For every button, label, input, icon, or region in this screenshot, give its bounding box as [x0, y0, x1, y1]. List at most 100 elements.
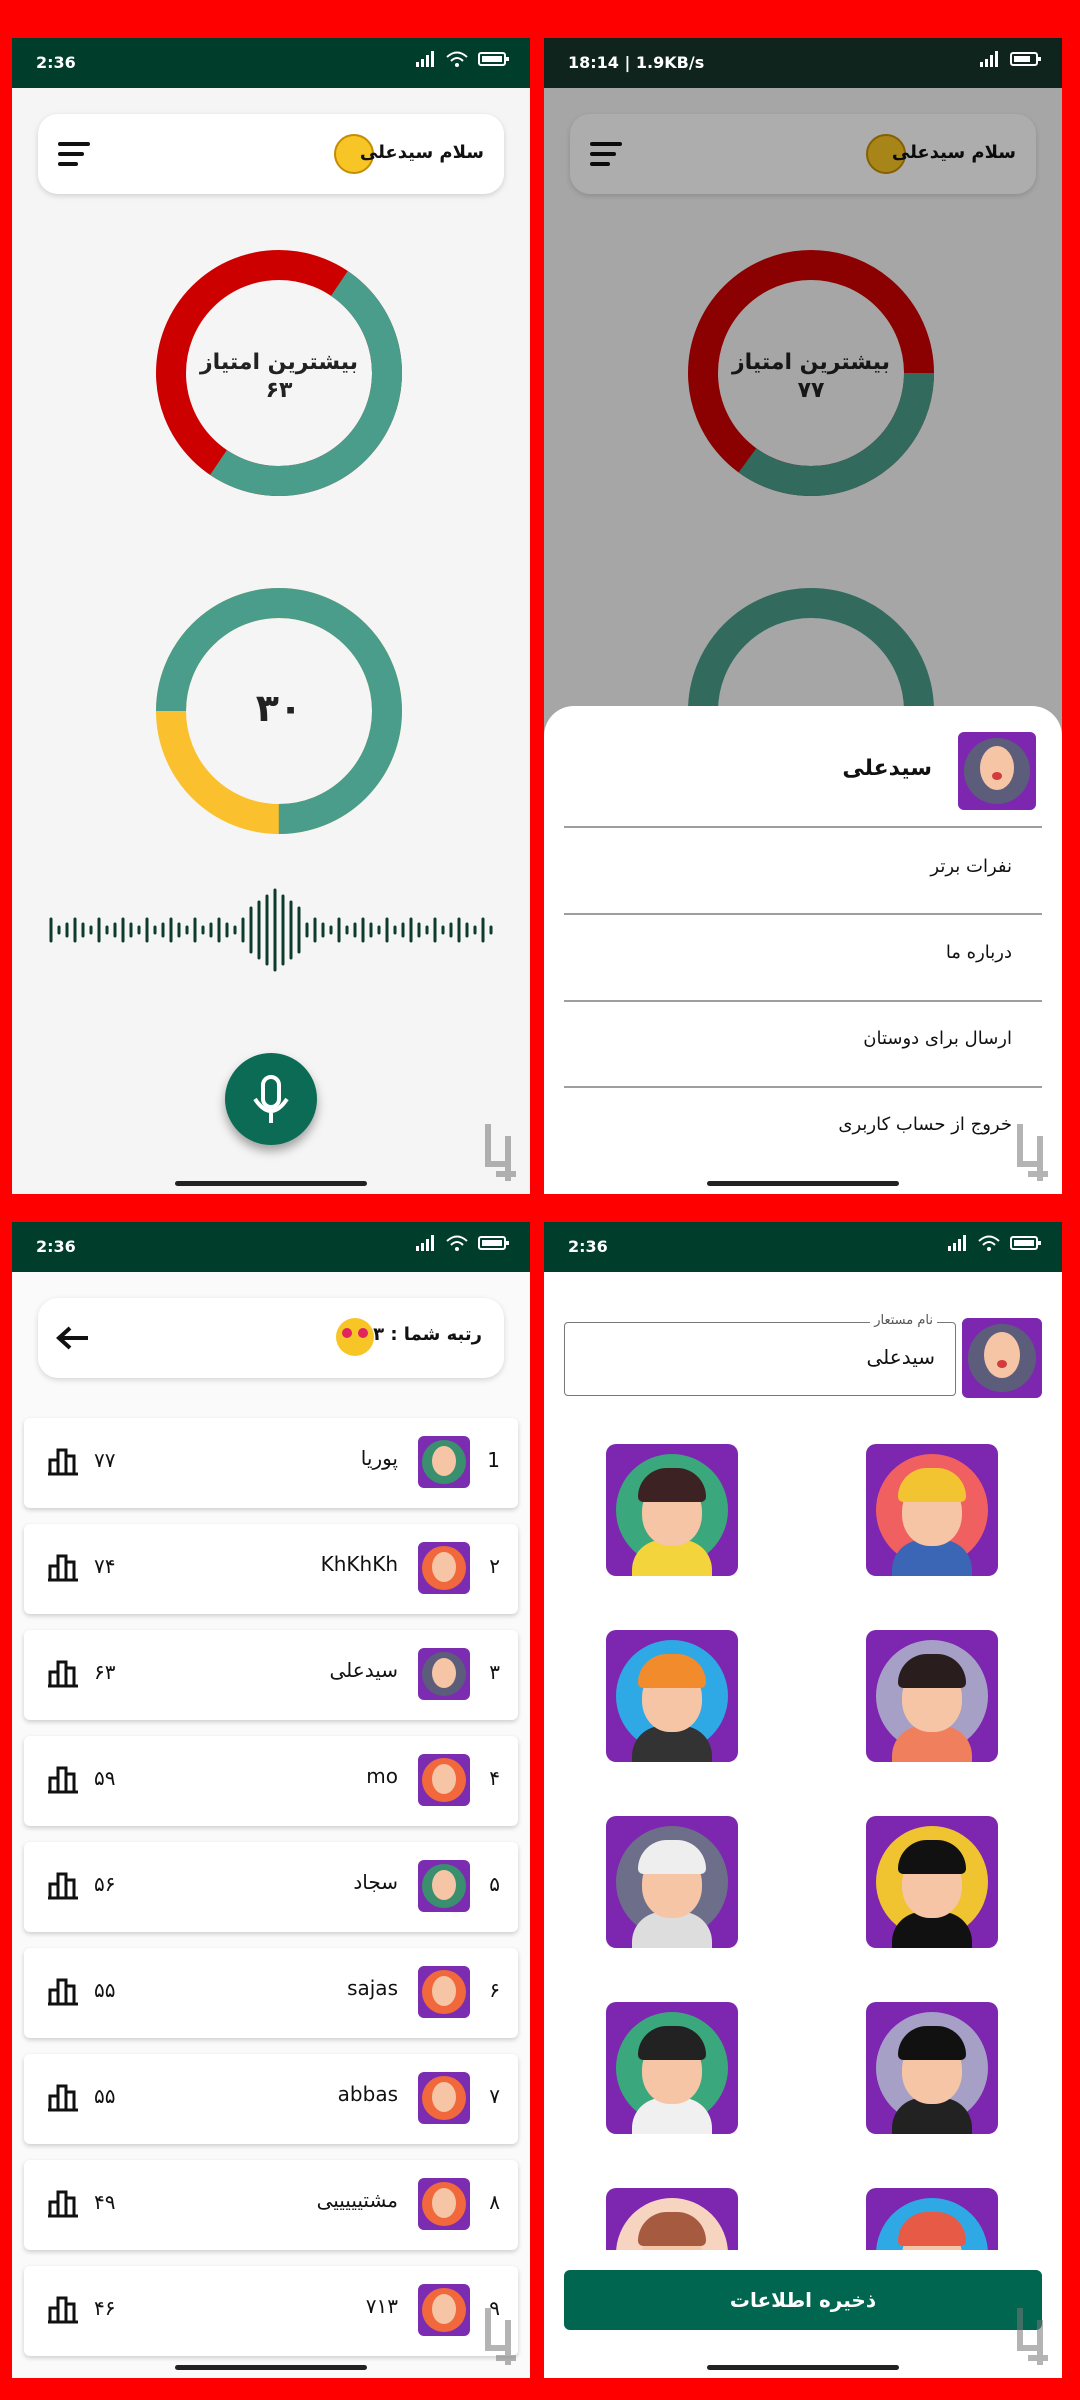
audio-waveform	[49, 888, 493, 972]
row-score: ۷۴	[94, 1554, 116, 1578]
bar-chart-icon	[48, 2190, 78, 2218]
row-score: ۵۶	[94, 1872, 116, 1896]
row-avatar	[418, 1436, 470, 1488]
bar-chart-icon	[48, 1978, 78, 2006]
row-avatar	[418, 1860, 470, 1912]
row-rank: 1	[487, 1448, 500, 1472]
home-indicator	[175, 2365, 367, 2370]
row-avatar	[418, 2072, 470, 2124]
row-rank: ۸	[489, 2190, 500, 2214]
menu-item-share[interactable]: ارسال برای دوستان	[863, 1028, 1012, 1049]
avatar-option[interactable]	[606, 1444, 738, 1576]
home-indicator	[707, 1181, 899, 1186]
wifi-icon	[446, 51, 468, 67]
battery-icon	[1010, 52, 1041, 66]
bar-chart-icon	[48, 1872, 78, 1900]
bar-chart-icon	[48, 1554, 78, 1582]
battery-icon	[478, 1236, 509, 1250]
mic-button[interactable]	[225, 1053, 317, 1145]
watermark-logo	[1017, 2308, 1048, 2365]
divider	[564, 1000, 1042, 1002]
bottom-sheet-menu: سیدعلی نفرات برتر درباره ما ارسال برای د…	[544, 706, 1062, 1194]
avatar-option[interactable]	[866, 1630, 998, 1762]
hamburger-icon[interactable]	[58, 142, 90, 172]
status-icons	[416, 51, 510, 67]
menu-item-top-players[interactable]: نفرات برتر	[930, 856, 1012, 877]
row-score: ۷۷	[94, 1448, 116, 1472]
status-time: 2:36	[36, 1237, 76, 1256]
bar-chart-icon	[48, 1448, 78, 1476]
leaderboard-row: ۲ KhKhKh ۷۴	[24, 1524, 518, 1614]
row-name: abbas	[337, 2082, 398, 2106]
avatar-option[interactable]	[606, 2002, 738, 2134]
status-bar: 18:14 | 1.9KB/s	[544, 38, 1062, 88]
signal-icon	[416, 1235, 434, 1251]
save-button[interactable]: ذخیره اطلاعات	[564, 2270, 1042, 2330]
row-name: mo	[366, 1764, 398, 1788]
signal-icon	[980, 51, 998, 67]
row-avatar	[418, 1754, 470, 1806]
profile-screen: 2:36 نام مستعار سیدعلی ذخیره اطلاعات	[544, 1222, 1062, 2378]
row-rank: ۳	[489, 1660, 500, 1684]
row-score: ۴۶	[94, 2296, 116, 2320]
leaderboard-row: ۵ سجاد ۵۶	[24, 1842, 518, 1932]
leaderboard-row: 1 پوریا ۷۷	[24, 1418, 518, 1508]
divider	[564, 826, 1042, 828]
row-rank: ۶	[489, 1978, 500, 2002]
avatar-grid	[544, 1222, 1062, 2250]
battery-icon	[478, 52, 509, 66]
back-arrow-icon[interactable]	[56, 1326, 90, 1350]
menu-screen: 18:14 | 1.9KB/s سلام سیدعلی بیشترین امتی…	[544, 38, 1062, 1194]
profile-name: سیدعلی	[842, 756, 932, 781]
home-indicator	[175, 1181, 367, 1186]
row-rank: ۷	[489, 2084, 500, 2108]
row-avatar	[418, 1966, 470, 2018]
watermark-logo	[485, 1124, 516, 1181]
leaderboard-row: ۴ mo ۵۹	[24, 1736, 518, 1826]
avatar-option[interactable]	[866, 2002, 998, 2134]
divider	[564, 913, 1042, 915]
row-name: سجاد	[353, 1870, 398, 1894]
bar-chart-icon	[48, 2296, 78, 2324]
timer-value: ۳۰	[255, 686, 303, 730]
row-name: سیدعلی	[329, 1658, 398, 1682]
row-score: ۵۵	[94, 1978, 116, 2002]
best-score-title: بیشترین امتیاز	[199, 350, 359, 375]
avatar-option[interactable]	[866, 2188, 998, 2250]
menu-item-logout[interactable]: خروج از حساب کاربری	[838, 1114, 1012, 1135]
avatar-option[interactable]	[866, 1816, 998, 1948]
row-score: ۵۵	[94, 2084, 116, 2108]
row-rank: ۲	[489, 1554, 500, 1578]
leaderboard-row: ۹ ۷۱۳ ۴۶	[24, 2266, 518, 2356]
row-name: ۷۱۳	[365, 2294, 398, 2318]
my-rank-label: رتبه شما : ۳	[373, 1324, 482, 1345]
leaderboard-row: ۸ مشتیییییی ۴۹	[24, 2160, 518, 2250]
status-bar: 2:36	[12, 38, 530, 88]
leaderboard-row: ۶ sajas ۵۵	[24, 1948, 518, 2038]
rank-header-card: رتبه شما : ۳	[38, 1298, 504, 1378]
row-name: پوریا	[360, 1446, 398, 1470]
leaderboard-row: ۷ abbas ۵۵	[24, 2054, 518, 2144]
profile-avatar[interactable]	[958, 732, 1036, 810]
microphone-icon	[253, 1075, 289, 1123]
row-name: sajas	[347, 1976, 398, 2000]
status-icons	[416, 1235, 510, 1251]
row-name: KhKhKh	[320, 1552, 398, 1576]
avatar-option[interactable]	[606, 1816, 738, 1948]
row-score: ۶۳	[94, 1660, 116, 1684]
status-icons	[980, 51, 1042, 67]
avatar-option[interactable]	[606, 1630, 738, 1762]
avatar-option[interactable]	[606, 2188, 738, 2250]
status-time: 2:36	[36, 53, 76, 72]
greeting-text: سلام سیدعلی	[359, 142, 484, 163]
row-rank: ۵	[489, 1872, 500, 1896]
avatar-option[interactable]	[866, 1444, 998, 1576]
leaderboard-row: ۳ سیدعلی ۶۳	[24, 1630, 518, 1720]
menu-item-about[interactable]: درباره ما	[946, 942, 1012, 963]
row-avatar	[418, 2178, 470, 2230]
heart-eyes-icon	[336, 1318, 374, 1356]
status-time: 18:14 | 1.9KB/s	[568, 53, 705, 72]
divider	[564, 1086, 1042, 1088]
wifi-icon	[446, 1235, 468, 1251]
status-bar: 2:36	[12, 1222, 530, 1272]
